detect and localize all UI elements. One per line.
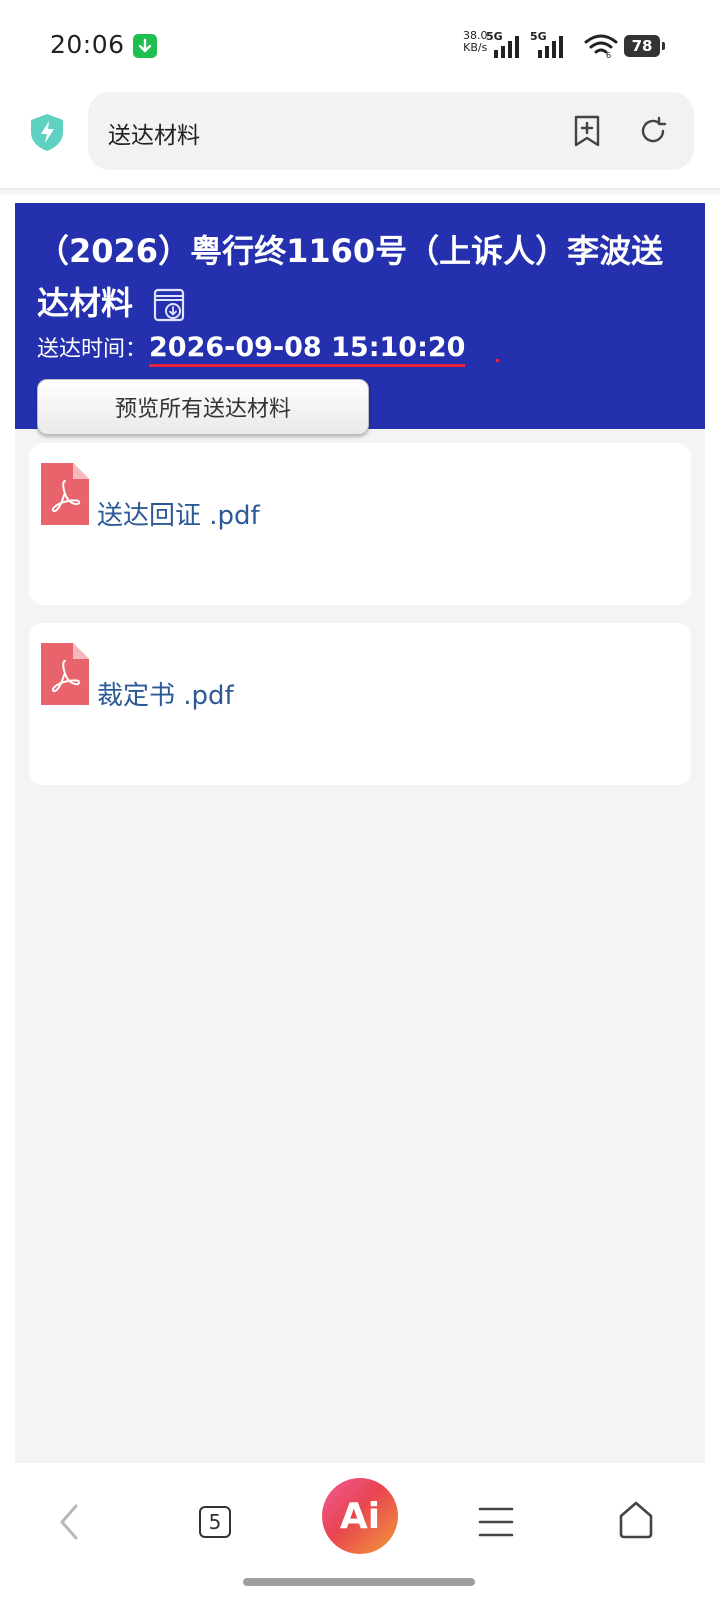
red-dot-mark xyxy=(496,359,499,362)
url-field[interactable]: 送达材料 xyxy=(88,92,694,170)
case-title: （2026）粤行终1160号（上诉人）李波送达材料 xyxy=(37,225,677,329)
pdf-file-icon xyxy=(41,643,89,705)
ai-assistant-button[interactable]: Ai xyxy=(322,1478,398,1554)
status-bar: 20:06 38.0 KB/s 5G 5G 6 78 xyxy=(0,0,720,90)
wifi-badge: 6 xyxy=(606,51,611,58)
home-indicator[interactable] xyxy=(243,1578,475,1586)
security-shield-icon[interactable] xyxy=(28,112,66,152)
back-icon[interactable] xyxy=(52,1500,86,1544)
delivery-time-value: 2026-09-08 15:10:20 xyxy=(149,332,466,367)
case-header: （2026）粤行终1160号（上诉人）李波送达材料 送达时间：2026-09-0… xyxy=(15,203,705,435)
page-content: （2026）粤行终1160号（上诉人）李波送达材料 送达时间：2026-09-0… xyxy=(15,203,705,1463)
network-speed: 38.0 KB/s xyxy=(463,30,488,54)
browser-screen: 20:06 38.0 KB/s 5G 5G 6 78 送达材料 （2026）粤行… xyxy=(0,0,720,1600)
network-speed-unit: KB/s xyxy=(463,41,488,54)
delivery-time-label: 送达时间： xyxy=(37,337,148,362)
menu-icon[interactable] xyxy=(476,1502,516,1542)
tab-count: 5 xyxy=(208,1510,222,1534)
wifi-icon: 6 xyxy=(584,34,618,62)
download-notification-icon xyxy=(133,34,157,58)
add-bookmark-icon[interactable] xyxy=(568,112,606,150)
status-time: 20:06 xyxy=(50,30,125,59)
file-name[interactable]: 送达回证 .pdf xyxy=(97,495,260,532)
file-item[interactable]: 裁定书 .pdf xyxy=(29,623,691,785)
file-item[interactable]: 送达回证 .pdf xyxy=(29,443,691,605)
pdf-file-icon xyxy=(41,463,89,525)
tabs-button[interactable]: 5 xyxy=(199,1506,231,1538)
battery-icon: 78 xyxy=(624,35,665,57)
ai-label: Ai xyxy=(339,1495,381,1537)
battery-level: 78 xyxy=(631,37,653,55)
case-title-text: （2026）粤行终1160号（上诉人）李波送达材料 xyxy=(37,232,664,322)
delivery-time: 送达时间：2026-09-08 15:10:20 xyxy=(37,331,466,367)
home-icon[interactable] xyxy=(616,1498,656,1540)
file-name[interactable]: 裁定书 .pdf xyxy=(97,675,234,712)
address-bar: 送达材料 xyxy=(0,90,720,188)
page-title: 送达材料 xyxy=(108,123,200,149)
preview-all-button[interactable]: 预览所有送达材料 xyxy=(37,379,369,435)
refresh-icon[interactable] xyxy=(634,112,672,150)
download-file-icon[interactable] xyxy=(152,287,186,323)
toolbar-divider xyxy=(0,188,720,196)
